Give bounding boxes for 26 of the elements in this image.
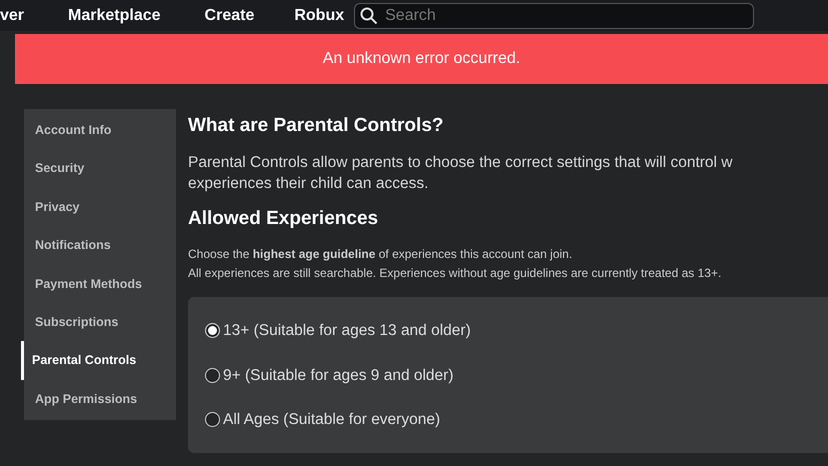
sidebar-item[interactable]: Notifications (24, 226, 176, 265)
radio-option[interactable]: All Ages (Suitable for everyone) (205, 398, 828, 442)
radio-button[interactable] (205, 323, 220, 338)
sidebar-item[interactable]: Security (24, 149, 176, 188)
error-message: An unknown error occurred. (322, 49, 520, 69)
search-icon (360, 6, 378, 24)
nav-link[interactable]: Marketplace (68, 4, 161, 28)
section-heading: Allowed Experiences (188, 208, 380, 231)
sidebar-item[interactable]: Privacy (24, 188, 176, 226)
section-heading: What are Parental Controls? (188, 115, 444, 138)
radio-option[interactable]: 9+ (Suitable for ages 9 and older) (205, 353, 828, 398)
nav-link[interactable]: Robux (294, 4, 344, 28)
search-field[interactable]: Search (354, 2, 754, 28)
note-text: All experiences are still searchable. Experiences without age guidelines are currently treated as 13+. (188, 264, 722, 282)
sidebar-item[interactable]: Account Info (24, 111, 176, 150)
sidebar-item[interactable]: Parental Controls (21, 341, 176, 380)
radio-button[interactable] (205, 368, 220, 383)
description-text: Parental Controls allow parents to choose the correct settings that will control w experiences their child can access. (188, 152, 734, 194)
nav-link[interactable]: ver (0, 4, 24, 28)
radio-button[interactable] (205, 412, 220, 428)
hint-text: Choose the highest age guideline of experiences this account can join. (188, 246, 574, 263)
radio-option[interactable]: 13+ (Suitable for ages 13 and older) (205, 308, 828, 354)
sidebar-item[interactable]: App Permissions (24, 380, 176, 418)
sidebar-item[interactable]: Payment Methods (24, 264, 176, 303)
nav-link[interactable]: Create (204, 4, 254, 28)
sidebar-item[interactable]: Subscriptions (24, 302, 176, 342)
